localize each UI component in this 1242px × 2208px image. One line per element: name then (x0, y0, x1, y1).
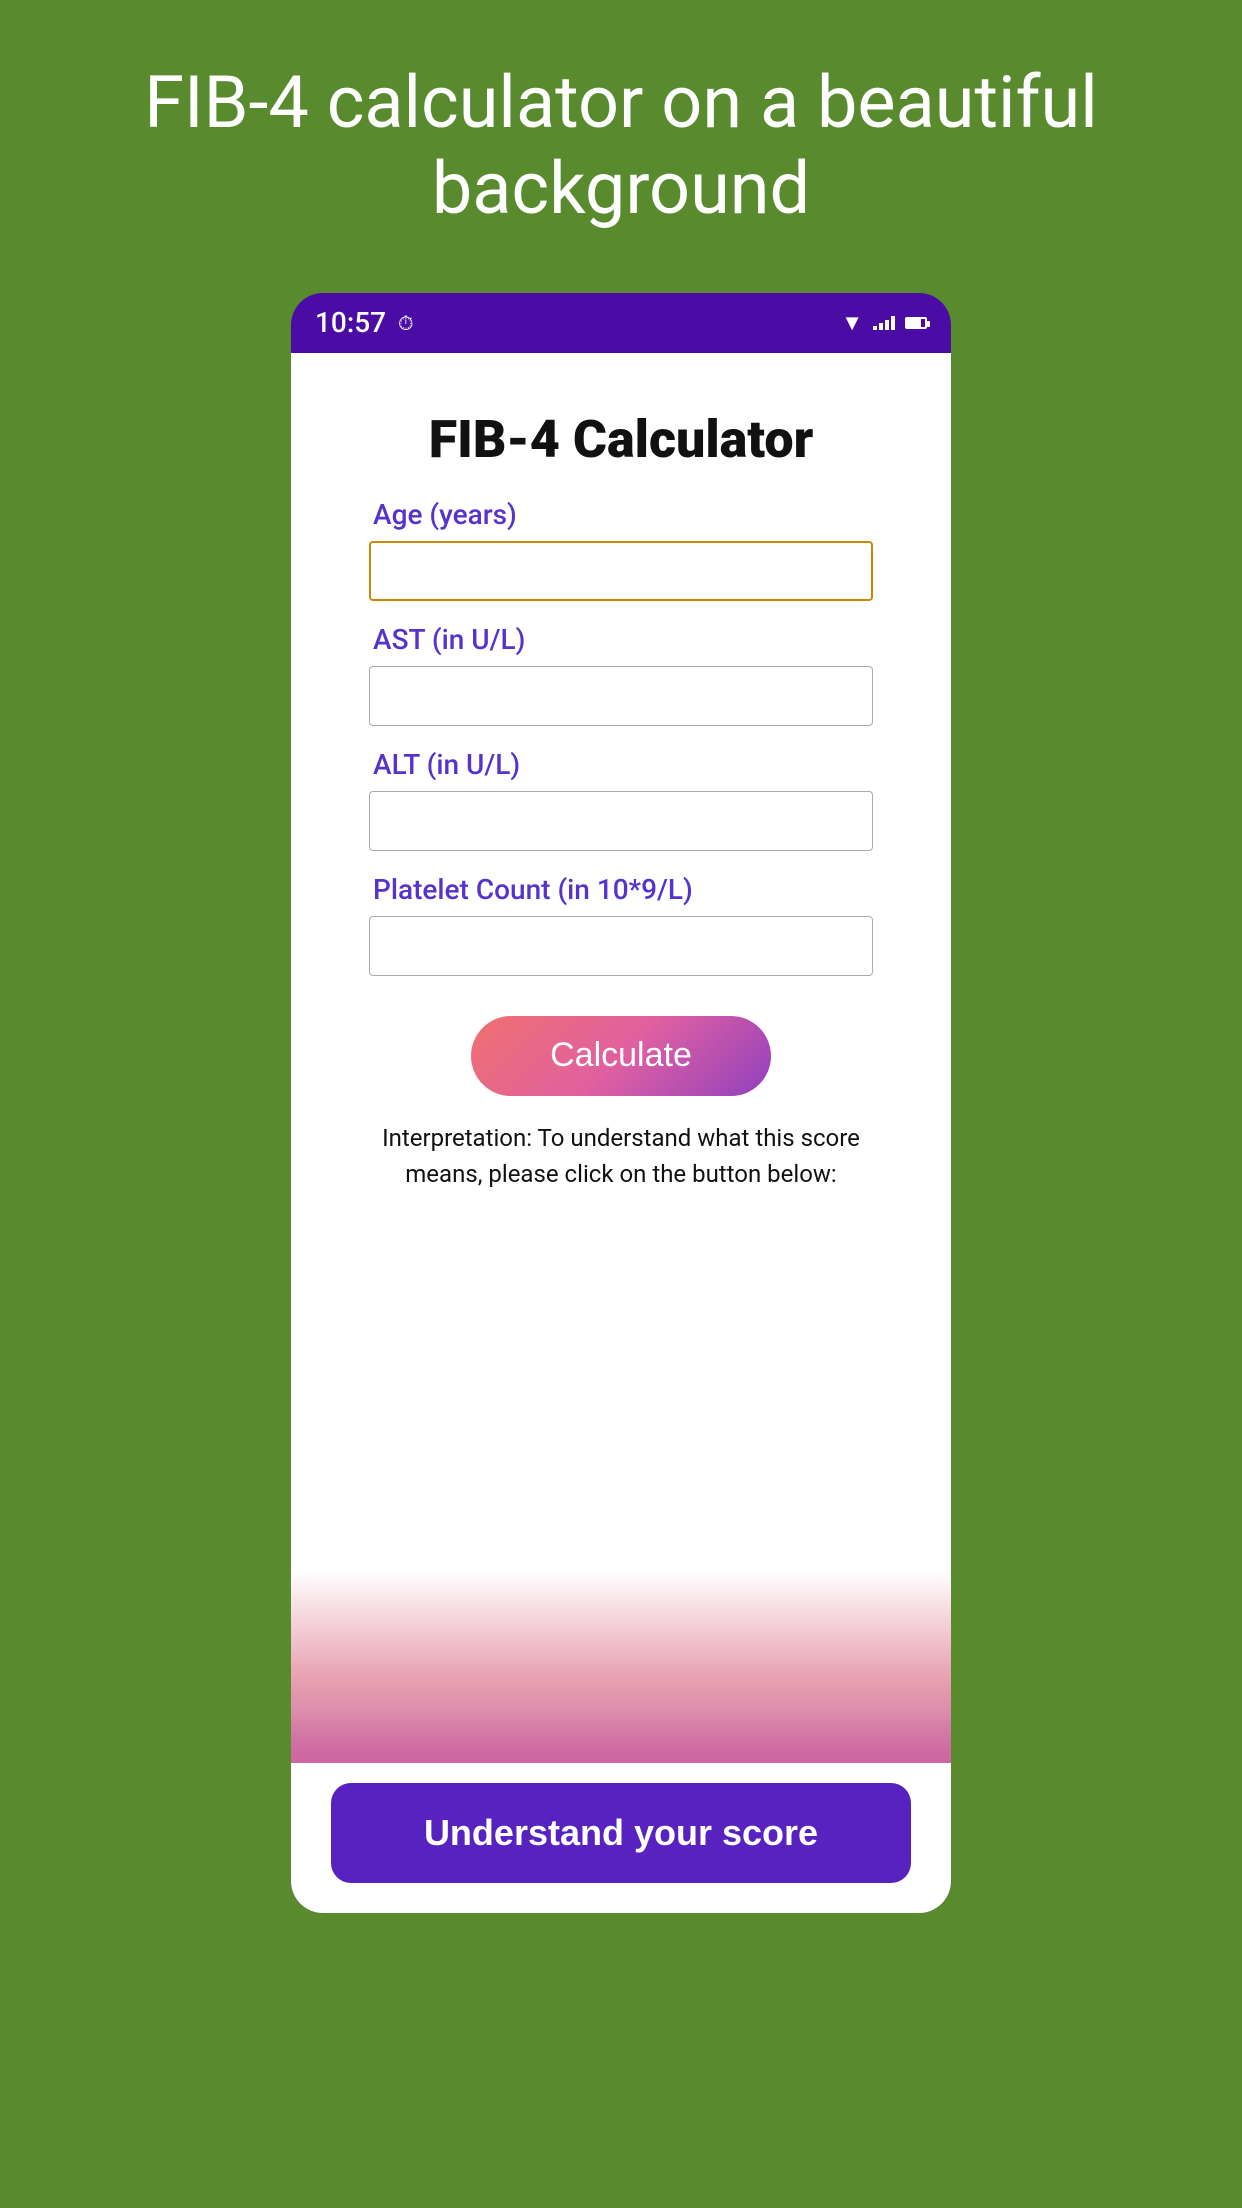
platelet-label: Platelet Count (in 10*9/L) (369, 873, 873, 906)
status-time-area: 10:57 ⏱ (315, 306, 414, 339)
understand-score-button[interactable]: Understand your score (331, 1783, 911, 1883)
interpretation-text: Interpretation: To understand what this … (369, 1120, 873, 1192)
clock-time: 10:57 (315, 306, 386, 339)
app-body: FIB-4 Calculator Age (years) AST (in U/L… (291, 353, 951, 1913)
ast-label: AST (in U/L) (369, 623, 873, 656)
ast-input[interactable] (369, 666, 873, 726)
ast-field-group: AST (in U/L) (369, 623, 873, 726)
page-title: FIB-4 calculator on a beautiful backgrou… (80, 60, 1162, 233)
platelet-field-group: Platelet Count (in 10*9/L) (369, 873, 873, 976)
status-icons-area: ▼ (841, 310, 927, 336)
age-label: Age (years) (369, 498, 873, 531)
platelet-input[interactable] (369, 916, 873, 976)
calculator-card: FIB-4 Calculator Age (years) AST (in U/L… (321, 377, 921, 1228)
status-bar: 10:57 ⏱ ▼ (291, 293, 951, 353)
signal-icon (873, 316, 895, 330)
battery-icon (905, 317, 927, 329)
alt-field-group: ALT (in U/L) (369, 748, 873, 851)
calculator-title: FIB-4 Calculator (429, 409, 814, 470)
phone-frame: 10:57 ⏱ ▼ FIB-4 Calculator (291, 293, 951, 1913)
wifi-icon: ▼ (841, 310, 863, 336)
alt-input[interactable] (369, 791, 873, 851)
age-field-group: Age (years) (369, 498, 873, 601)
page-background-title: FIB-4 calculator on a beautiful backgrou… (0, 0, 1242, 273)
calculate-button[interactable]: Calculate (471, 1016, 771, 1096)
alt-label: ALT (in U/L) (369, 748, 873, 781)
understand-btn-area: Understand your score (291, 1763, 951, 1913)
clock-icon: ⏱ (398, 311, 414, 335)
age-input[interactable] (369, 541, 873, 601)
